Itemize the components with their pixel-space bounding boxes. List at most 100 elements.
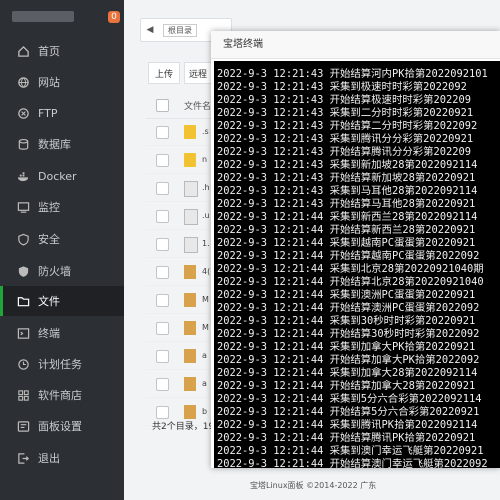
sidebar-item-label: 安全 <box>38 233 60 246</box>
ftp-icon <box>16 106 30 120</box>
terminal-line: 2022-9-3 12:21:43 开始结算腾讯分分彩第202209 <box>217 146 472 158</box>
terminal-line: 2022-9-3 12:21:44 开始结算越南PC蛋蛋第2022092 <box>217 250 480 262</box>
terminal-line: 2022-9-3 12:21:44 采集到30秒时时彩第20220921 <box>217 315 476 327</box>
sidebar-item-label: 防火墙 <box>38 265 71 278</box>
terminal-output[interactable]: 2022-9-3 12:21:43 开始结算河内PK拾第2022092101 20… <box>214 61 500 468</box>
sidebar-item-label: 数据库 <box>38 138 71 151</box>
sidebar-item-3[interactable]: 数据库 <box>0 129 124 159</box>
sidebar-item-10[interactable]: 计划任务 <box>0 349 124 379</box>
terminal-line: 2022-9-3 12:21:44 采集到澳门幸运飞艇第20220921 <box>217 445 484 457</box>
sidebar-header: 0 <box>0 0 124 34</box>
shield-icon <box>16 232 30 246</box>
remote-download-button[interactable]: 远程 <box>184 62 212 84</box>
terminal-line: 2022-9-3 12:21:44 开始结算30秒时时彩第2022092 <box>217 328 480 340</box>
sidebar-item-label: 面板设置 <box>38 420 82 433</box>
row-checkbox[interactable] <box>156 406 169 419</box>
sidebar-item-label: 退出 <box>38 452 60 465</box>
file-icon <box>184 237 198 253</box>
row-checkbox[interactable] <box>156 210 169 223</box>
database-icon <box>16 137 30 151</box>
monitor-icon <box>16 200 30 214</box>
row-checkbox[interactable] <box>156 378 169 391</box>
terminal-window[interactable]: 宝塔终端 2022-9-3 12:21:43 开始结算河内PK拾第2022092… <box>211 31 500 468</box>
row-checkbox[interactable] <box>156 322 169 335</box>
row-checkbox[interactable] <box>156 182 169 195</box>
select-all-checkbox[interactable] <box>156 99 169 112</box>
file-icon <box>184 181 198 197</box>
terminal-line: 2022-9-3 12:21:44 采集到加拿大28第2022092114 <box>217 367 478 379</box>
folder-icon <box>184 125 196 139</box>
sidebar-item-12[interactable]: 面板设置 <box>0 411 124 441</box>
terminal-line: 2022-9-3 12:21:43 开始结算极速时时彩第202209 <box>217 94 472 106</box>
notification-badge[interactable]: 0 <box>108 11 120 23</box>
file-name[interactable]: M <box>202 295 209 304</box>
sidebar-item-8[interactable]: 文件 <box>0 286 127 316</box>
sidebar-item-label: 首页 <box>38 45 60 58</box>
terminal-line: 2022-9-3 12:21:44 采集到澳洲PC蛋蛋第20220921 <box>217 289 476 301</box>
file-name[interactable]: .h <box>202 183 210 192</box>
terminal-line: 2022-9-3 12:21:43 采集到腾讯分分彩第20220921 <box>217 133 474 145</box>
breadcrumb-root[interactable]: 根目录 <box>163 23 197 37</box>
upload-button[interactable]: 上传 <box>148 62 180 84</box>
file-name[interactable]: M <box>202 323 209 332</box>
grid-icon <box>16 388 30 402</box>
file-name[interactable]: 4( <box>202 267 210 276</box>
terminal-line: 2022-9-3 12:21:44 开始结算北京28第20220921040 <box>217 276 484 288</box>
terminal-line: 2022-9-3 12:21:44 开始结算新西兰28第20220921 <box>217 224 476 236</box>
back-arrow-icon[interactable]: ◀ <box>141 25 159 35</box>
terminal-line: 2022-9-3 12:21:43 采集到极速时时彩第2022092 <box>217 81 467 93</box>
file-name[interactable]: .u <box>202 211 210 220</box>
terminal-line: 2022-9-3 12:21:44 采集到腾讯PK拾第2022092114 <box>217 419 478 431</box>
sidebar-item-4[interactable]: Docker <box>0 161 124 191</box>
row-checkbox[interactable] <box>156 238 169 251</box>
logout-icon <box>16 451 30 465</box>
row-checkbox[interactable] <box>156 350 169 363</box>
docker-icon <box>16 169 30 183</box>
file-name[interactable]: 1. <box>202 239 210 248</box>
terminal-line: 2022-9-3 12:21:43 开始结算马耳他28第20220921 <box>217 198 476 210</box>
file-name[interactable]: .s <box>202 127 209 136</box>
sidebar-item-7[interactable]: 防火墙 <box>0 256 124 286</box>
terminal-line: 2022-9-3 12:21:44 开始结算5分六合彩第20220921 <box>217 406 480 418</box>
file-name[interactable]: a <box>202 379 207 388</box>
row-checkbox[interactable] <box>156 266 169 279</box>
terminal-line: 2022-9-3 12:21:44 开始结算加拿大PK拾第2022092 <box>217 354 480 366</box>
sidebar-item-label: FTP <box>38 106 58 120</box>
sidebar-item-5[interactable]: 监控 <box>0 192 124 222</box>
terminal-line: 2022-9-3 12:21:43 开始结算河内PK拾第2022092101 <box>217 68 488 80</box>
terminal-line: 2022-9-3 12:21:43 采集到新加坡28第2022092114 <box>217 159 478 171</box>
folder-icon <box>184 153 196 167</box>
sidebar-item-2[interactable]: FTP <box>0 98 124 128</box>
sidebar-item-label: 网站 <box>38 76 60 89</box>
archive-icon <box>184 405 196 419</box>
sidebar-item-11[interactable]: 软件商店 <box>0 380 124 410</box>
terminal-line: 2022-9-3 12:21:43 开始结算新加坡28第20220921 <box>217 172 476 184</box>
sidebar-item-1[interactable]: 网站 <box>0 67 124 97</box>
row-checkbox[interactable] <box>156 154 169 167</box>
column-filename[interactable]: 文件名 <box>184 99 211 112</box>
row-checkbox[interactable] <box>156 126 169 139</box>
folder-icon <box>16 294 30 308</box>
terminal-line: 2022-9-3 12:21:44 开始结算腾讯PK拾第20220921 <box>217 432 476 444</box>
file-name[interactable]: b <box>202 407 207 416</box>
server-ip-label <box>12 11 74 22</box>
terminal-line: 2022-9-3 12:21:44 采集到5分六合彩第2022092114 <box>217 393 482 405</box>
sidebar-item-label: 终端 <box>38 327 60 340</box>
terminal-title[interactable]: 宝塔终端 <box>211 31 500 59</box>
archive-icon <box>184 265 196 279</box>
sidebar-item-13[interactable]: 退出 <box>0 443 124 473</box>
terminal-line: 2022-9-3 12:21:43 采集到二分时时彩第20220921 <box>217 107 474 119</box>
firewall-icon <box>16 264 30 278</box>
row-checkbox[interactable] <box>156 294 169 307</box>
sidebar-item-0[interactable]: 首页 <box>0 36 124 66</box>
sidebar: 0 首页网站 FTP 数据库 Docker 监控安全防火墙文件终端计划任务 软件商店面板设… <box>0 0 127 500</box>
archive-icon <box>184 293 196 307</box>
globe-icon <box>16 75 30 89</box>
sidebar-item-6[interactable]: 安全 <box>0 224 124 254</box>
file-name[interactable]: a <box>202 351 207 360</box>
terminal-line: 2022-9-3 12:21:44 开始结算加拿大28第20220921 <box>217 380 476 392</box>
sidebar-item-9[interactable]: 终端 <box>0 318 124 348</box>
file-icon <box>184 209 198 225</box>
archive-icon <box>184 349 196 363</box>
file-name[interactable]: n <box>202 155 207 164</box>
